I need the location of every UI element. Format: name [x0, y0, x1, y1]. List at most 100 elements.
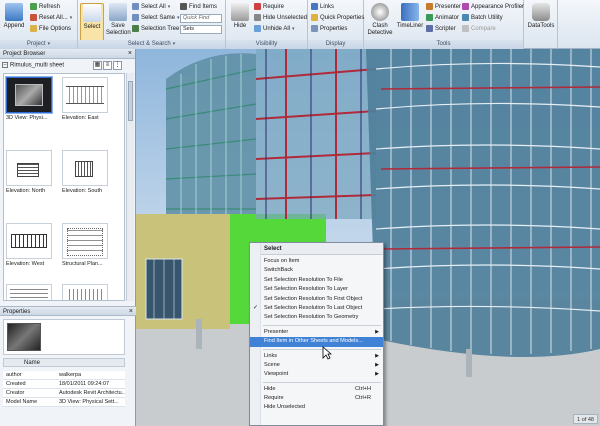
require-button[interactable]: Require [254, 3, 284, 12]
list-view-icon[interactable]: ≡ [103, 61, 112, 70]
menu-item-viewpoint[interactable]: Viewpoint ▶ [250, 370, 383, 379]
tools-group: Clash Detective TimeLiner Presenter Anim… [364, 0, 524, 49]
save-selection-button[interactable]: Save Selection [106, 3, 131, 37]
refresh-icon [30, 3, 37, 10]
ribbon: Append Refresh Reset All... ▾ File Option… [0, 0, 600, 49]
select-same-button[interactable]: Select Same ▾ [132, 14, 180, 23]
tree-view-icon[interactable]: ⋮ [113, 61, 122, 70]
hide-unselected-icon [254, 14, 261, 21]
submenu-arrow-icon: ▶ [375, 352, 379, 359]
collapse-icon[interactable]: – [2, 62, 8, 68]
sheet-thumbnail[interactable]: Elevation: East [62, 77, 110, 121]
select-same-icon [132, 14, 139, 21]
menu-item-resolution-geometry[interactable]: Set Selection Resolution To Geometry [250, 313, 383, 322]
property-row: Created 18/01/2011 09:24:07 [3, 380, 125, 389]
menu-item-resolution-first-object[interactable]: Set Selection Resolution To First Object [250, 295, 383, 304]
menu-item-resolution-layer[interactable]: Set Selection Resolution To Layer [250, 285, 383, 294]
appearance-profiler-button[interactable]: Appearance Profiler [462, 3, 524, 12]
sheet-preview [6, 223, 52, 259]
thumbnails-scrollbar[interactable] [126, 73, 134, 301]
sheet-thumbnail[interactable]: Elevation: South [62, 150, 110, 194]
animator-icon [426, 14, 433, 21]
sheet-preview [6, 150, 52, 186]
menu-item-presenter[interactable]: Presenter ▶ [250, 328, 383, 337]
properties-icon [311, 25, 318, 32]
batch-utility-button[interactable]: Batch Utility [462, 14, 503, 23]
database-icon [532, 3, 550, 21]
find-items-button[interactable]: Find Items [180, 3, 217, 12]
selection-tree-icon [132, 25, 139, 32]
refresh-button[interactable]: Refresh [30, 3, 60, 12]
reset-all-button[interactable]: Reset All... ▾ [30, 14, 72, 23]
close-icon[interactable]: × [129, 307, 133, 317]
tools-group-label: Tools [364, 40, 523, 49]
animator-button[interactable]: Animator [426, 14, 459, 23]
select-search-group-label[interactable]: Select & Search ▾ [78, 40, 225, 49]
scrollbar-thumb[interactable] [128, 81, 133, 121]
scripter-button[interactable]: Scripter [426, 25, 456, 34]
quick-find-input[interactable]: Quick Find [180, 14, 222, 23]
context-menu: Select Focus on Item SwitchBack Set Sele… [249, 242, 384, 426]
submenu-arrow-icon: ▶ [375, 361, 379, 368]
project-group-label[interactable]: Project ▾ [0, 40, 77, 49]
sheet-thumbnail[interactable] [62, 284, 110, 300]
menu-item-focus-on-item[interactable]: Focus on Item [250, 257, 383, 266]
menu-item-resolution-file[interactable]: Set Selection Resolution To File [250, 276, 383, 285]
menu-item-hide-unselected[interactable]: Hide Unselected [250, 403, 383, 412]
menu-item-switchback[interactable]: SwitchBack [250, 266, 383, 275]
sheet-preview [6, 284, 52, 300]
unhide-all-icon [254, 25, 261, 32]
menu-item-require[interactable]: Require Ctrl+R [250, 394, 383, 403]
properties-preview [3, 319, 125, 355]
select-button[interactable]: Select [80, 3, 104, 41]
properties-button[interactable]: Properties [311, 25, 347, 34]
sheet-thumbnail[interactable] [6, 284, 54, 300]
sheet-thumbnail[interactable]: Structural Plan... [62, 223, 110, 267]
menu-item-links[interactable]: Links ▶ [250, 352, 383, 361]
selection-tree-button[interactable]: Selection Tree [132, 25, 179, 34]
sheet-preview [6, 77, 52, 113]
sheet-thumbnail[interactable]: Elevation: North [6, 150, 54, 194]
clash-detective-button[interactable]: Clash Detective [366, 3, 394, 37]
presenter-button[interactable]: Presenter [426, 3, 461, 12]
sheet-thumbnail[interactable]: Elevation: West [6, 223, 54, 267]
project-group: Append Refresh Reset All... ▾ File Option… [0, 0, 78, 49]
select-all-button[interactable]: Select All ▾ [132, 3, 170, 12]
menu-separator [263, 324, 381, 326]
mouse-cursor-icon [322, 346, 332, 360]
hide-icon [231, 3, 249, 21]
datatools-button[interactable]: DataTools [527, 3, 555, 30]
append-button[interactable]: Append [2, 3, 26, 30]
require-icon [254, 3, 261, 10]
menu-item-hide[interactable]: Hide Ctrl+H [250, 385, 383, 394]
close-icon[interactable]: × [128, 49, 132, 59]
menu-item-scene[interactable]: Scene ▶ [250, 361, 383, 370]
appearance-profiler-icon [462, 3, 469, 10]
file-options-button[interactable]: File Options [30, 25, 71, 34]
file-options-icon [30, 25, 37, 32]
sheet-thumbnail[interactable]: 3D View: Physi... [6, 77, 54, 121]
project-browser-panel: Project Browser × – Rimulus_multi sheet ▦… [0, 49, 136, 426]
sheet-preview [62, 77, 108, 113]
context-menu-header: Select [250, 243, 383, 255]
sheet-counter: 1 of 48 [573, 414, 598, 424]
thumbnail-view-icon[interactable]: ▦ [93, 61, 102, 70]
sets-dropdown[interactable]: Sets [180, 25, 222, 34]
select-all-icon [132, 3, 139, 10]
sheet-preview [62, 223, 108, 259]
menu-item-find-in-other-sheets[interactable]: Find Item in Other Sheets and Models... [250, 337, 383, 347]
timeliner-button[interactable]: TimeLiner [396, 3, 424, 30]
sheet-preview [62, 284, 108, 300]
quick-properties-button[interactable]: Quick Properties [311, 14, 364, 23]
menu-item-resolution-last-object[interactable]: ✓ Set Selection Resolution To Last Object [250, 304, 383, 313]
links-button[interactable]: Links [311, 3, 334, 12]
hide-button[interactable]: Hide [228, 3, 252, 30]
hide-unselected-button[interactable]: Hide Unselected [254, 14, 307, 23]
tree-root[interactable]: – Rimulus_multi sheet [2, 62, 64, 69]
compare-button[interactable]: Compare [462, 25, 496, 34]
save-selection-icon [109, 3, 127, 21]
batch-utility-icon [462, 14, 469, 21]
unhide-all-button[interactable]: Unhide All ▾ [254, 25, 295, 34]
checkmark-icon: ✓ [253, 304, 259, 311]
property-row: Model Name 3D View: Physical Sett... [3, 398, 125, 407]
